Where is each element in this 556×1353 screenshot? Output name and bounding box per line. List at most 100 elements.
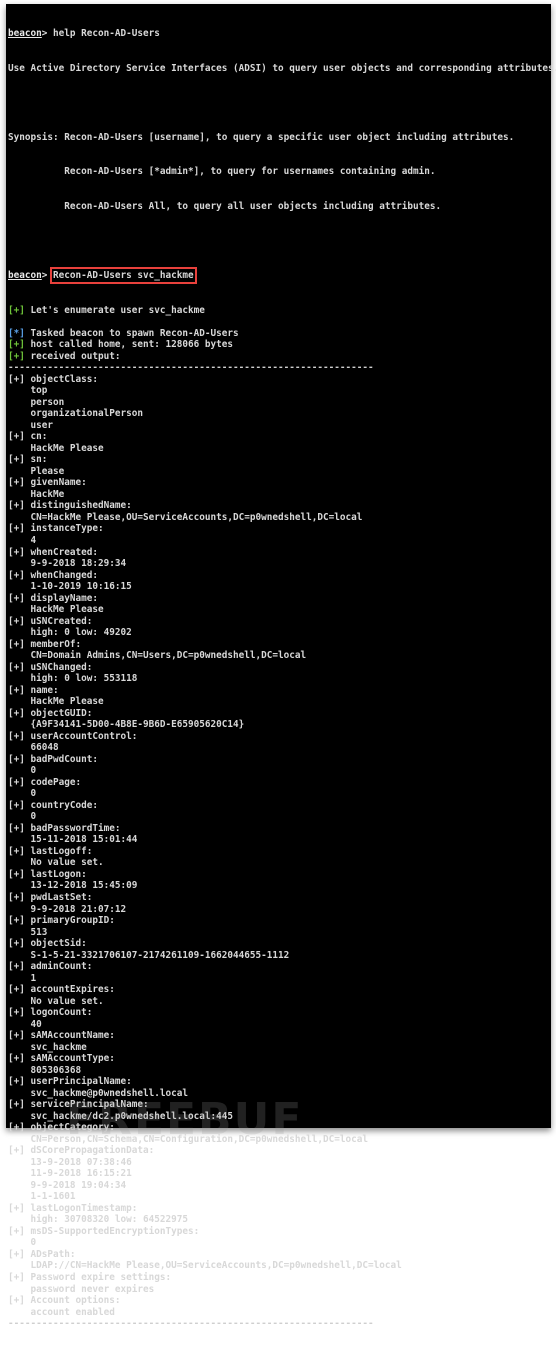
attribute-value: HackMe Please: [8, 696, 104, 708]
attribute-key-line: [+] lastLogon:: [8, 869, 556, 881]
attribute-value-line: 805306368: [8, 1065, 556, 1077]
attribute-key-line: [+] logonCount:: [8, 1007, 556, 1019]
attribute-value-line: svc_hackme@p0wnedshell.local: [8, 1088, 556, 1100]
plus-tag: [+]: [8, 615, 25, 627]
attribute-key-line: [+] lastLogoff:: [8, 846, 556, 858]
attribute-key: sAMAccountType:: [24, 1053, 115, 1065]
plus-tag: [+]: [8, 891, 25, 903]
attribute-value: 805306368: [8, 1064, 82, 1076]
attribute-value-line: No value set.: [8, 857, 556, 869]
attribute-value: 9-9-2018 19:04:34: [8, 1179, 127, 1191]
attribute-value: S-1-5-21-3321706107-2174261109-166204465…: [8, 949, 290, 961]
attribute-value: svc_hackme/dc2.p0wnedshell.local:445: [8, 1110, 234, 1122]
attribute-key: logonCount:: [24, 1007, 93, 1019]
attribute-value-line: HackMe Please: [8, 443, 556, 455]
attribute-value: 11-9-2018 16:15:21: [8, 1168, 132, 1180]
attribute-key-line: [+] name:: [8, 685, 556, 697]
attribute-value: 0: [8, 765, 37, 777]
synopsis-item: Recon-AD-Users All, to query all user ob…: [64, 200, 442, 212]
attribute-value-line: svc_hackme: [8, 1042, 556, 1054]
attribute-key: whenChanged:: [24, 569, 99, 581]
attribute-key-line: [+] dSCorePropagationData:: [8, 1145, 556, 1157]
synopsis-line: Recon-AD-Users All, to query all user ob…: [8, 201, 556, 213]
plus-tag: [+]: [8, 454, 25, 466]
attribute-key: ADsPath:: [24, 1248, 76, 1260]
attribute-key: pwdLastSet:: [24, 891, 93, 903]
attribute-key-line: [+] givenName:: [8, 477, 556, 489]
plus-tag: [+]: [8, 845, 25, 857]
attribute-value: 513: [8, 926, 48, 938]
attribute-key-line: [+] userAccountControl:: [8, 731, 556, 743]
attribute-value: 13-12-2018 15:45:09: [8, 880, 138, 892]
attribute-value-line: user: [8, 420, 556, 432]
plus-tag: [+]: [8, 1122, 25, 1134]
attribute-key-line: [+] msDS-SupportedEncryptionTypes:: [8, 1226, 556, 1238]
attribute-value-line: account enabled: [8, 1307, 556, 1319]
attribute-key: userAccountControl:: [24, 730, 138, 742]
attribute-value: HackMe: [8, 488, 65, 500]
attribute-key: lastLogon:: [24, 868, 87, 880]
attribute-key-line: [+] objectSid:: [8, 938, 556, 950]
attribute-value-line: 66048: [8, 742, 556, 754]
attribute-key: Password expire settings:: [24, 1272, 172, 1283]
attribute-key-line: [+] uSNCreated:: [8, 616, 556, 628]
status-line: [+] Let's enumerate user svc_hackme: [8, 305, 556, 317]
attribute-key-line: [+] pwdLastSet:: [8, 892, 556, 904]
status-line: [+] received output:: [8, 351, 556, 363]
attribute-key: msDS-SupportedEncryptionTypes:: [24, 1225, 200, 1237]
attribute-key-line: [+] badPwdCount:: [8, 754, 556, 766]
attribute-value: person: [8, 396, 65, 408]
attribute-value-line: high: 30708320 low: 64522975: [8, 1214, 556, 1226]
status-text: host called home, sent: 128066 bytes: [24, 339, 234, 351]
plus-tag: [+]: [8, 1053, 25, 1065]
attribute-value: svc_hackme@p0wnedshell.local: [8, 1087, 189, 1099]
attribute-value-line: HackMe Please: [8, 696, 556, 708]
attribute-key-line: [+] adminCount:: [8, 961, 556, 973]
success-tag: [+]: [8, 304, 25, 316]
plus-tag: [+]: [8, 546, 25, 558]
attribute-key-line: [+] distinguishedName:: [8, 500, 556, 512]
plus-tag: [+]: [8, 1248, 25, 1260]
attribute-key-line: [+] Password expire settings:: [8, 1272, 556, 1284]
attribute-value-line: 4: [8, 535, 556, 547]
attribute-value-line: 1: [8, 973, 556, 985]
attribute-value-line: 13-12-2018 15:45:09: [8, 880, 556, 892]
plus-tag: [+]: [8, 661, 25, 673]
attribute-value: HackMe Please: [8, 442, 104, 454]
attribute-key: Account options:: [24, 1295, 121, 1307]
attribute-value-line: 0: [8, 788, 556, 800]
plus-tag: [+]: [8, 1099, 25, 1111]
attribute-value: 9-9-2018 18:29:34: [8, 558, 127, 570]
attribute-key: servicePrincipalName:: [24, 1099, 149, 1111]
attribute-value: 15-11-2018 15:01:44: [8, 834, 138, 846]
attribute-value: 1: [8, 972, 37, 984]
attribute-value-line: LDAP://CN=HackMe Please,OU=ServiceAccoun…: [8, 1260, 556, 1272]
attribute-value: 0: [8, 788, 37, 800]
status-text: Tasked beacon to spawn Recon-AD-Users: [24, 327, 239, 339]
attribute-key-line: [+] countryCode:: [8, 800, 556, 812]
attribute-value: {A9F34141-5D00-4B8E-9B6D-E65905620C14}: [8, 719, 245, 731]
attribute-key: givenName:: [24, 477, 87, 489]
plus-tag: [+]: [8, 984, 25, 996]
attribute-key: uSNCreated:: [24, 615, 93, 627]
attribute-value-line: person: [8, 397, 556, 409]
separator: ----------------------------------------…: [8, 362, 374, 374]
plus-tag: [+]: [8, 684, 25, 696]
terminal-output: beacon> help Recon-AD-Users Use Active D…: [8, 5, 556, 1353]
attribute-value: svc_hackme: [8, 1041, 87, 1053]
plus-tag: [+]: [8, 1076, 25, 1088]
attribute-key: displayName:: [24, 592, 99, 604]
attribute-value-line: 40: [8, 1019, 556, 1031]
terminal-window: beacon> help Recon-AD-Users Use Active D…: [6, 4, 556, 1329]
highlighted-command[interactable]: Recon-AD-Users svc_hackme: [50, 267, 197, 285]
attribute-value: 0: [8, 811, 37, 823]
plus-tag: [+]: [8, 500, 25, 512]
plus-tag: [+]: [8, 373, 25, 385]
attribute-value-line: CN=HackMe Please,OU=ServiceAccounts,DC=p…: [8, 512, 556, 524]
attribute-key: primaryGroupID:: [24, 915, 115, 927]
plus-tag: [+]: [8, 1272, 25, 1283]
attribute-value-line: 9-9-2018 19:04:34: [8, 1180, 556, 1192]
attribute-key: accountExpires:: [24, 984, 115, 996]
attribute-key-line: [+] sAMAccountName:: [8, 1030, 556, 1042]
